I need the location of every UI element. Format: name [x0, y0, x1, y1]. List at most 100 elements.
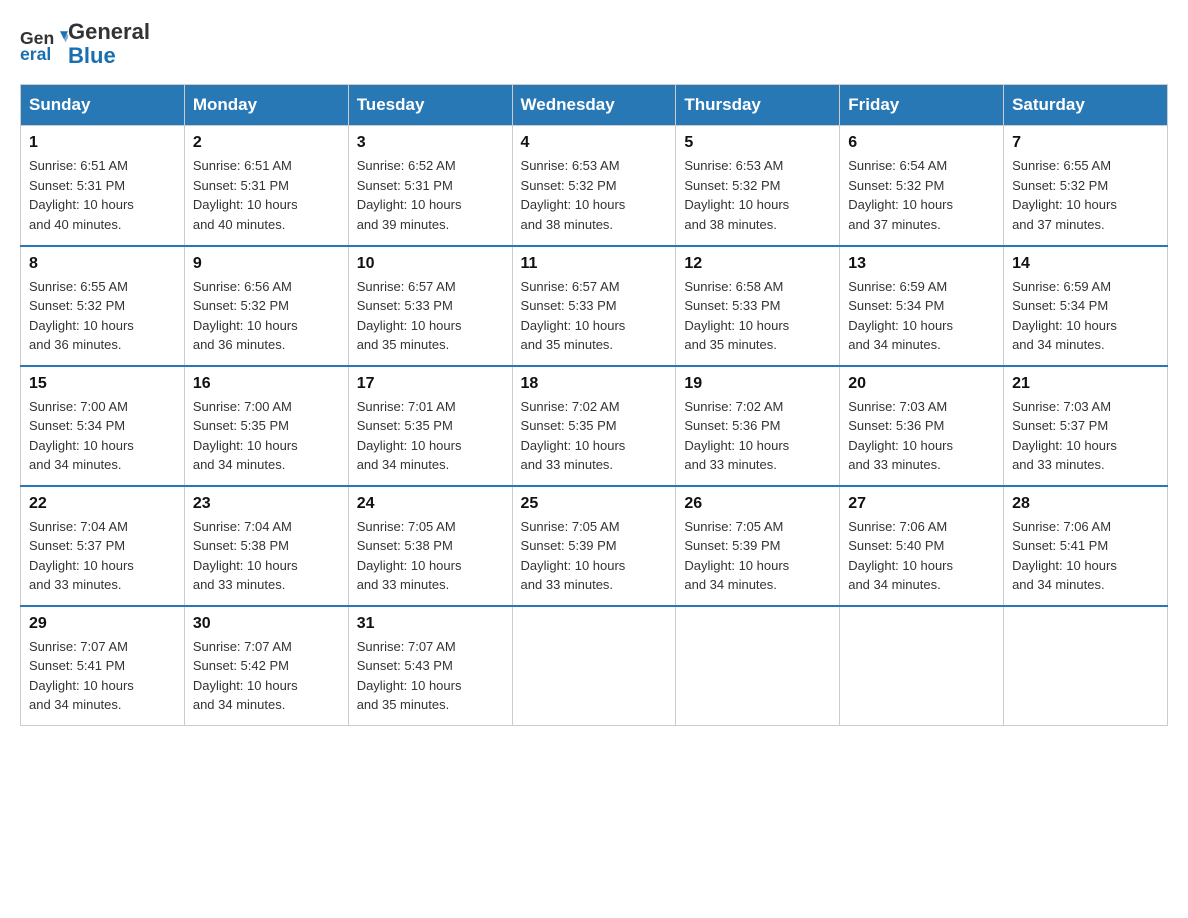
- day-info: Sunrise: 7:00 AMSunset: 5:35 PMDaylight:…: [193, 397, 340, 475]
- day-number: 22: [29, 495, 176, 513]
- day-info: Sunrise: 7:03 AMSunset: 5:36 PMDaylight:…: [848, 397, 995, 475]
- day-info: Sunrise: 7:07 AMSunset: 5:43 PMDaylight:…: [357, 637, 504, 715]
- calendar-cell: [840, 606, 1004, 726]
- day-number: 5: [684, 134, 831, 152]
- day-info: Sunrise: 6:54 AMSunset: 5:32 PMDaylight:…: [848, 156, 995, 234]
- calendar-cell: 11Sunrise: 6:57 AMSunset: 5:33 PMDayligh…: [512, 246, 676, 366]
- day-number: 2: [193, 134, 340, 152]
- day-number: 23: [193, 495, 340, 513]
- calendar-cell: 31 Sunrise: 7:07 AMSunset: 5:43 PMDayligh…: [348, 606, 512, 726]
- day-info: Sunrise: 7:00 AMSunset: 5:34 PMDaylight:…: [29, 397, 176, 475]
- day-number: 12: [684, 255, 831, 273]
- day-info: Sunrise: 6:59 AMSunset: 5:34 PMDaylight:…: [1012, 277, 1159, 355]
- calendar-cell: 16Sunrise: 7:00 AMSunset: 5:35 PMDayligh…: [184, 366, 348, 486]
- page-header: Gen eral General Blue: [20, 20, 1168, 68]
- day-number: 30: [193, 615, 340, 633]
- calendar-cell: 1 Sunrise: 6:51 AMSunset: 5:31 PMDaylight…: [21, 126, 185, 246]
- logo-text: General Blue: [68, 20, 150, 68]
- day-number: 9: [193, 255, 340, 273]
- day-number: 26: [684, 495, 831, 513]
- day-info: Sunrise: 7:01 AMSunset: 5:35 PMDaylight:…: [357, 397, 504, 475]
- day-number: 27: [848, 495, 995, 513]
- day-number: 7: [1012, 134, 1159, 152]
- day-number: 31: [357, 615, 504, 633]
- day-number: 20: [848, 375, 995, 393]
- day-number: 11: [521, 255, 668, 273]
- calendar-cell: 10Sunrise: 6:57 AMSunset: 5:33 PMDayligh…: [348, 246, 512, 366]
- calendar-header-row: SundayMondayTuesdayWednesdayThursdayFrid…: [21, 85, 1168, 126]
- svg-text:eral: eral: [20, 44, 51, 64]
- day-info: Sunrise: 6:59 AMSunset: 5:34 PMDaylight:…: [848, 277, 995, 355]
- calendar-cell: 19 Sunrise: 7:02 AMSunset: 5:36 PMDayligh…: [676, 366, 840, 486]
- day-info: Sunrise: 6:53 AMSunset: 5:32 PMDaylight:…: [521, 156, 668, 234]
- day-number: 28: [1012, 495, 1159, 513]
- calendar-header-friday: Friday: [840, 85, 1004, 126]
- day-number: 24: [357, 495, 504, 513]
- calendar-cell: 18 Sunrise: 7:02 AMSunset: 5:35 PMDayligh…: [512, 366, 676, 486]
- day-number: 29: [29, 615, 176, 633]
- calendar-cell: 9 Sunrise: 6:56 AMSunset: 5:32 PMDaylight…: [184, 246, 348, 366]
- calendar-cell: 2 Sunrise: 6:51 AMSunset: 5:31 PMDaylight…: [184, 126, 348, 246]
- calendar-cell: 13 Sunrise: 6:59 AMSunset: 5:34 PMDayligh…: [840, 246, 1004, 366]
- calendar-cell: 6 Sunrise: 6:54 AMSunset: 5:32 PMDaylight…: [840, 126, 1004, 246]
- logo-blue-text: Blue: [68, 44, 150, 68]
- day-info: Sunrise: 7:06 AMSunset: 5:41 PMDaylight:…: [1012, 517, 1159, 595]
- calendar-header-thursday: Thursday: [676, 85, 840, 126]
- day-info: Sunrise: 7:04 AMSunset: 5:38 PMDaylight:…: [193, 517, 340, 595]
- calendar-cell: 23 Sunrise: 7:04 AMSunset: 5:38 PMDayligh…: [184, 486, 348, 606]
- day-number: 17: [357, 375, 504, 393]
- day-number: 21: [1012, 375, 1159, 393]
- day-info: Sunrise: 6:57 AMSunset: 5:33 PMDaylight:…: [357, 277, 504, 355]
- calendar-header-sunday: Sunday: [21, 85, 185, 126]
- calendar-cell: 29Sunrise: 7:07 AMSunset: 5:41 PMDayligh…: [21, 606, 185, 726]
- day-number: 15: [29, 375, 176, 393]
- day-number: 6: [848, 134, 995, 152]
- calendar-cell: 7 Sunrise: 6:55 AMSunset: 5:32 PMDaylight…: [1004, 126, 1168, 246]
- logo: Gen eral General Blue: [20, 20, 150, 68]
- calendar-cell: 4 Sunrise: 6:53 AMSunset: 5:32 PMDaylight…: [512, 126, 676, 246]
- calendar-cell: 12Sunrise: 6:58 AMSunset: 5:33 PMDayligh…: [676, 246, 840, 366]
- day-number: 25: [521, 495, 668, 513]
- day-info: Sunrise: 6:55 AMSunset: 5:32 PMDaylight:…: [29, 277, 176, 355]
- day-info: Sunrise: 7:03 AMSunset: 5:37 PMDaylight:…: [1012, 397, 1159, 475]
- calendar-cell: [676, 606, 840, 726]
- calendar-cell: 25 Sunrise: 7:05 AMSunset: 5:39 PMDayligh…: [512, 486, 676, 606]
- calendar-cell: 14 Sunrise: 6:59 AMSunset: 5:34 PMDayligh…: [1004, 246, 1168, 366]
- day-info: Sunrise: 7:05 AMSunset: 5:38 PMDaylight:…: [357, 517, 504, 595]
- calendar-week-row: 15 Sunrise: 7:00 AMSunset: 5:34 PMDayligh…: [21, 366, 1168, 486]
- day-info: Sunrise: 7:07 AMSunset: 5:42 PMDaylight:…: [193, 637, 340, 715]
- calendar-cell: 22 Sunrise: 7:04 AMSunset: 5:37 PMDayligh…: [21, 486, 185, 606]
- calendar-week-row: 22 Sunrise: 7:04 AMSunset: 5:37 PMDayligh…: [21, 486, 1168, 606]
- calendar-cell: 28 Sunrise: 7:06 AMSunset: 5:41 PMDayligh…: [1004, 486, 1168, 606]
- day-number: 14: [1012, 255, 1159, 273]
- day-number: 19: [684, 375, 831, 393]
- calendar-header-monday: Monday: [184, 85, 348, 126]
- day-number: 3: [357, 134, 504, 152]
- day-info: Sunrise: 6:56 AMSunset: 5:32 PMDaylight:…: [193, 277, 340, 355]
- day-info: Sunrise: 6:51 AMSunset: 5:31 PMDaylight:…: [29, 156, 176, 234]
- calendar-cell: 26 Sunrise: 7:05 AMSunset: 5:39 PMDayligh…: [676, 486, 840, 606]
- day-info: Sunrise: 7:02 AMSunset: 5:35 PMDaylight:…: [521, 397, 668, 475]
- calendar-cell: 8Sunrise: 6:55 AMSunset: 5:32 PMDaylight…: [21, 246, 185, 366]
- calendar-cell: 5 Sunrise: 6:53 AMSunset: 5:32 PMDaylight…: [676, 126, 840, 246]
- day-info: Sunrise: 6:52 AMSunset: 5:31 PMDaylight:…: [357, 156, 504, 234]
- day-info: Sunrise: 7:04 AMSunset: 5:37 PMDaylight:…: [29, 517, 176, 595]
- calendar-cell: [1004, 606, 1168, 726]
- calendar-header-saturday: Saturday: [1004, 85, 1168, 126]
- day-info: Sunrise: 7:05 AMSunset: 5:39 PMDaylight:…: [521, 517, 668, 595]
- calendar-cell: 21 Sunrise: 7:03 AMSunset: 5:37 PMDayligh…: [1004, 366, 1168, 486]
- day-number: 18: [521, 375, 668, 393]
- day-number: 4: [521, 134, 668, 152]
- calendar-cell: 17 Sunrise: 7:01 AMSunset: 5:35 PMDayligh…: [348, 366, 512, 486]
- day-info: Sunrise: 6:51 AMSunset: 5:31 PMDaylight:…: [193, 156, 340, 234]
- calendar-cell: 27Sunrise: 7:06 AMSunset: 5:40 PMDayligh…: [840, 486, 1004, 606]
- day-number: 13: [848, 255, 995, 273]
- calendar-header-wednesday: Wednesday: [512, 85, 676, 126]
- day-number: 1: [29, 134, 176, 152]
- calendar-cell: 20 Sunrise: 7:03 AMSunset: 5:36 PMDayligh…: [840, 366, 1004, 486]
- day-info: Sunrise: 6:53 AMSunset: 5:32 PMDaylight:…: [684, 156, 831, 234]
- calendar-cell: 15 Sunrise: 7:00 AMSunset: 5:34 PMDayligh…: [21, 366, 185, 486]
- day-info: Sunrise: 6:55 AMSunset: 5:32 PMDaylight:…: [1012, 156, 1159, 234]
- day-info: Sunrise: 7:05 AMSunset: 5:39 PMDaylight:…: [684, 517, 831, 595]
- day-info: Sunrise: 7:02 AMSunset: 5:36 PMDaylight:…: [684, 397, 831, 475]
